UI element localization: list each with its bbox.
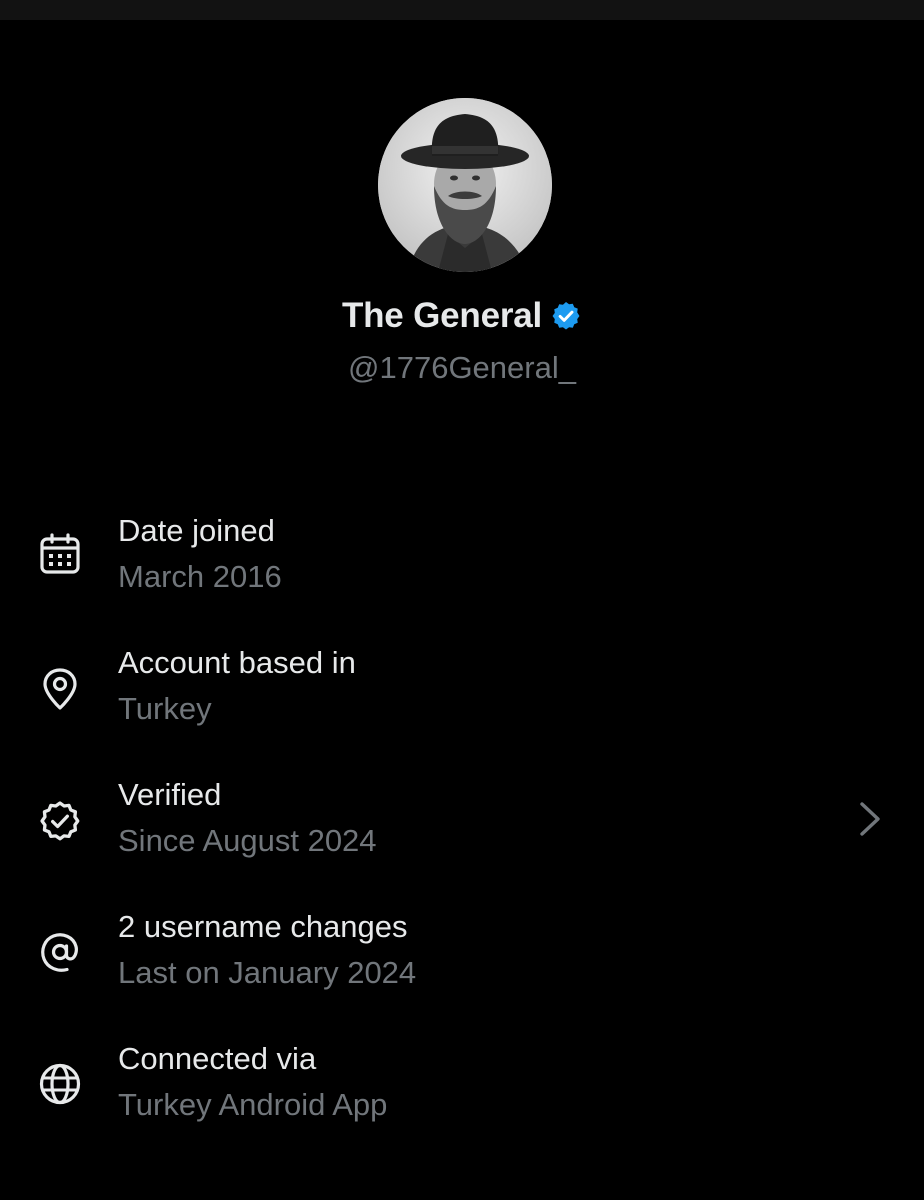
chevron-right-icon[interactable] [854, 797, 886, 841]
info-subtitle: March 2016 [118, 559, 282, 594]
profile-name-row: The General [0, 296, 924, 336]
info-row-connected-via: Connected via Turkey Android App [0, 1040, 924, 1140]
status-bar-strip [0, 0, 924, 20]
avatar[interactable] [378, 98, 552, 272]
at-sign-icon [38, 930, 82, 974]
info-row-verified[interactable]: Verified Since August 2024 [0, 776, 924, 876]
info-subtitle: Last on January 2024 [118, 955, 417, 990]
info-title: Date joined [118, 513, 275, 548]
calendar-icon [38, 532, 82, 576]
verified-badge-icon[interactable] [550, 300, 582, 332]
info-title: Connected via [118, 1041, 317, 1076]
info-title: Account based in [118, 645, 356, 680]
info-subtitle: Turkey [118, 691, 212, 726]
info-subtitle: Since August 2024 [118, 823, 377, 858]
info-row-date-joined: Date joined March 2016 [0, 512, 924, 612]
info-row-username-changes: 2 username changes Last on January 2024 [0, 908, 924, 1008]
profile-handle: @1776General_ [348, 350, 576, 385]
avatar-photo [378, 98, 552, 272]
location-pin-icon [38, 667, 82, 711]
info-subtitle: Turkey Android App [118, 1087, 388, 1122]
info-title: Verified [118, 777, 222, 812]
display-name: The General [341, 296, 543, 335]
info-title: 2 username changes [118, 909, 408, 944]
globe-icon [38, 1062, 82, 1106]
verified-check-icon [38, 799, 82, 843]
info-row-account-based-in: Account based in Turkey [0, 644, 924, 744]
